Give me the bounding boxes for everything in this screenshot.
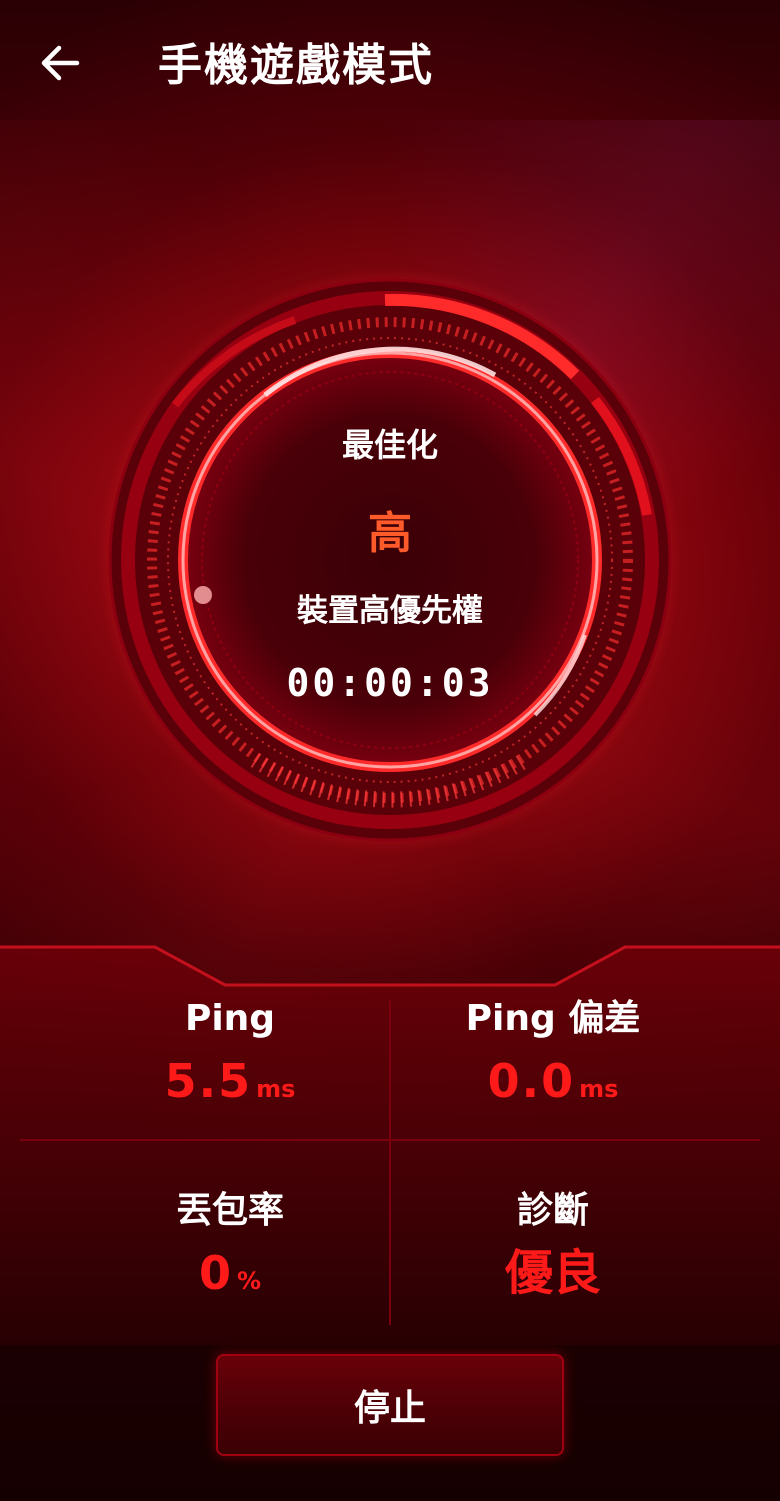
diagnosis-stat: 診斷 優良	[358, 1187, 748, 1312]
arrow-left-icon	[41, 45, 80, 81]
priority-level: 高	[368, 508, 412, 559]
stop-button-label: 停止	[353, 1388, 426, 1429]
page-title: 手機遊戲模式	[158, 40, 434, 91]
diagnosis-label: 診斷	[516, 1190, 589, 1231]
priority-label: 裝置高優先權	[297, 593, 483, 629]
network-stats-panel: Ping 5.5 ms Ping 偏差 0.0 ms 丟包率 0% 診斷 優良	[0, 945, 780, 1345]
ping-value: 5.5	[164, 1054, 253, 1108]
packet-loss-unit: %	[236, 1267, 262, 1295]
status-text-group: 最佳化 高 裝置高優先權 00:00:03	[95, 265, 685, 855]
packet-loss-value: 0	[198, 1246, 233, 1300]
diagnosis-value-row: 優良	[358, 1245, 748, 1312]
optimize-label: 最佳化	[341, 426, 438, 464]
ping-deviation-label: Ping 偏差	[465, 998, 641, 1039]
ping-deviation-value: 0.0	[487, 1054, 576, 1108]
elapsed-timer: 00:00:03	[286, 661, 494, 705]
ping-deviation-unit: ms	[579, 1075, 619, 1103]
stop-button[interactable]: 停止	[216, 1354, 564, 1456]
ping-unit: ms	[256, 1075, 296, 1103]
diagnosis-value: 優良	[504, 1245, 601, 1301]
ping-deviation-value-row: 0.0 ms	[358, 1053, 748, 1120]
ping-deviation-stat: Ping 偏差 0.0 ms	[358, 995, 748, 1120]
app-header: 手機遊戲模式	[0, 0, 780, 130]
back-button[interactable]	[30, 38, 90, 88]
